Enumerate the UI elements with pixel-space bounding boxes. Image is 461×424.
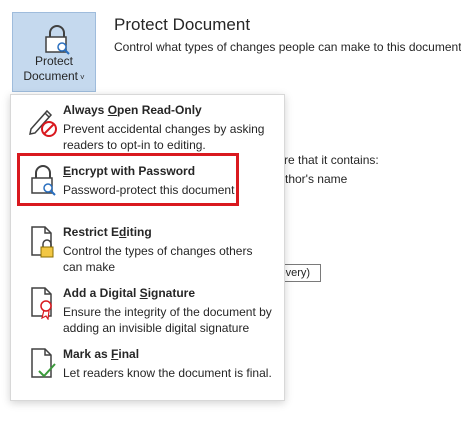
- pencil-no-icon: [29, 109, 57, 137]
- menu-item-title: Add a Digital Signature: [63, 286, 196, 300]
- protect-document-menu: Always Open Read-Only Prevent accidental…: [10, 94, 285, 401]
- section-title: Protect Document: [114, 15, 251, 34]
- protect-document-button[interactable]: Protect Document ˅: [12, 12, 96, 92]
- menu-item-description: Prevent accidental changes by asking rea…: [63, 122, 265, 152]
- background-text-author: thor's name: [285, 172, 348, 186]
- menu-item-description: Control the types of changes others can …: [63, 244, 253, 274]
- doc-ribbon-icon: [31, 287, 52, 320]
- menu-item-title: Restrict Editing: [63, 225, 152, 239]
- section-subtitle: Control what types of changes people can…: [114, 40, 461, 54]
- protect-button-label-line2: Document ˅: [23, 69, 85, 83]
- lock-key-icon: [45, 25, 70, 55]
- background-text-inspect: re that it contains:: [284, 153, 379, 167]
- menu-item-description: Ensure the integrity of the document by …: [63, 305, 272, 335]
- doc-lock-icon: [31, 226, 54, 258]
- chevron-down-icon: ˅: [80, 73, 85, 82]
- menu-item-title: Always Open Read-Only: [63, 103, 202, 117]
- menu-item-description: Let readers know the document is final.: [63, 366, 272, 380]
- menu-item-title: Mark as Final: [63, 347, 140, 361]
- highlight-box: [17, 153, 239, 206]
- doc-check-icon: [31, 348, 56, 378]
- protect-button-label-line1: Protect: [34, 54, 73, 68]
